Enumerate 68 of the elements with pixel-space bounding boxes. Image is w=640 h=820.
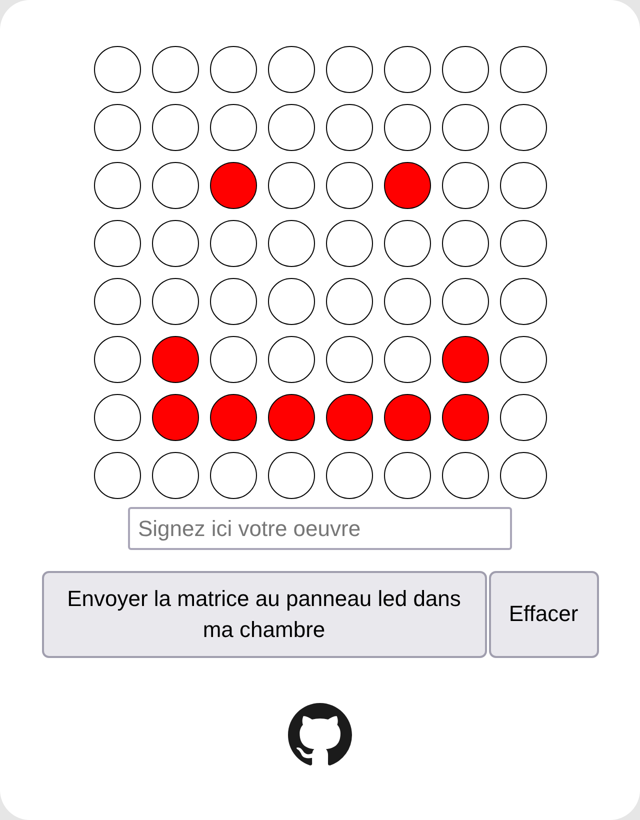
led-dot[interactable] — [94, 394, 140, 441]
led-dot[interactable] — [326, 278, 372, 325]
led-dot[interactable] — [500, 452, 546, 499]
led-dot[interactable] — [152, 452, 198, 499]
led-dot[interactable] — [94, 162, 140, 209]
led-dot[interactable] — [94, 220, 140, 267]
led-dot[interactable] — [384, 220, 430, 267]
led-dot[interactable] — [500, 336, 546, 383]
led-dot[interactable] — [210, 220, 256, 267]
led-dot[interactable] — [500, 46, 546, 93]
led-dot[interactable] — [152, 104, 198, 151]
led-dot[interactable] — [384, 104, 430, 151]
led-dot[interactable] — [442, 278, 488, 325]
led-dot[interactable] — [442, 336, 488, 383]
led-dot[interactable] — [268, 220, 314, 267]
led-dot[interactable] — [384, 162, 430, 209]
led-dot[interactable] — [268, 46, 314, 93]
led-dot[interactable] — [152, 394, 198, 441]
led-dot[interactable] — [326, 46, 372, 93]
led-dot[interactable] — [152, 46, 198, 93]
send-button[interactable]: Envoyer la matrice au panneau led dans ma chambre — [42, 571, 486, 658]
led-dot[interactable] — [152, 220, 198, 267]
led-dot[interactable] — [210, 104, 256, 151]
led-dot[interactable] — [500, 104, 546, 151]
led-dot[interactable] — [152, 336, 198, 383]
led-dot[interactable] — [210, 46, 256, 93]
led-dot[interactable] — [94, 452, 140, 499]
cat-icon[interactable] — [288, 703, 352, 767]
led-dot[interactable] — [210, 162, 256, 209]
led-dot[interactable] — [500, 278, 546, 325]
led-dot[interactable] — [326, 336, 372, 383]
led-dot[interactable] — [384, 46, 430, 93]
led-dot[interactable] — [442, 452, 488, 499]
led-dot[interactable] — [94, 46, 140, 93]
led-dot[interactable] — [210, 394, 256, 441]
led-dot[interactable] — [442, 220, 488, 267]
led-dot[interactable] — [500, 394, 546, 441]
led-dot[interactable] — [442, 104, 488, 151]
led-dot[interactable] — [500, 162, 546, 209]
led-dot[interactable] — [326, 104, 372, 151]
led-dot[interactable] — [268, 452, 314, 499]
led-dot[interactable] — [442, 162, 488, 209]
led-dot[interactable] — [210, 452, 256, 499]
led-dot[interactable] — [94, 104, 140, 151]
led-dot[interactable] — [152, 278, 198, 325]
led-dot[interactable] — [500, 220, 546, 267]
led-dot[interactable] — [152, 162, 198, 209]
led-dot[interactable] — [326, 452, 372, 499]
led-dot[interactable] — [210, 278, 256, 325]
led-dot[interactable] — [94, 278, 140, 325]
led-dot[interactable] — [210, 336, 256, 383]
led-dot[interactable] — [326, 394, 372, 441]
signature-field[interactable]: Signez ici votre oeuvre — [128, 507, 512, 550]
led-dot[interactable] — [384, 278, 430, 325]
clear-button[interactable]: Effacer — [488, 571, 598, 658]
led-dot[interactable] — [268, 162, 314, 209]
led-dot[interactable] — [268, 278, 314, 325]
led-dot[interactable] — [268, 336, 314, 383]
led-dot[interactable] — [384, 336, 430, 383]
led-dot[interactable] — [268, 104, 314, 151]
led-dot[interactable] — [384, 452, 430, 499]
led-dot[interactable] — [442, 394, 488, 441]
led-dot[interactable] — [268, 394, 314, 441]
led-dot[interactable] — [442, 46, 488, 93]
led-dot[interactable] — [94, 336, 140, 383]
led-dot[interactable] — [326, 162, 372, 209]
led-dot[interactable] — [326, 220, 372, 267]
led-dot[interactable] — [384, 394, 430, 441]
